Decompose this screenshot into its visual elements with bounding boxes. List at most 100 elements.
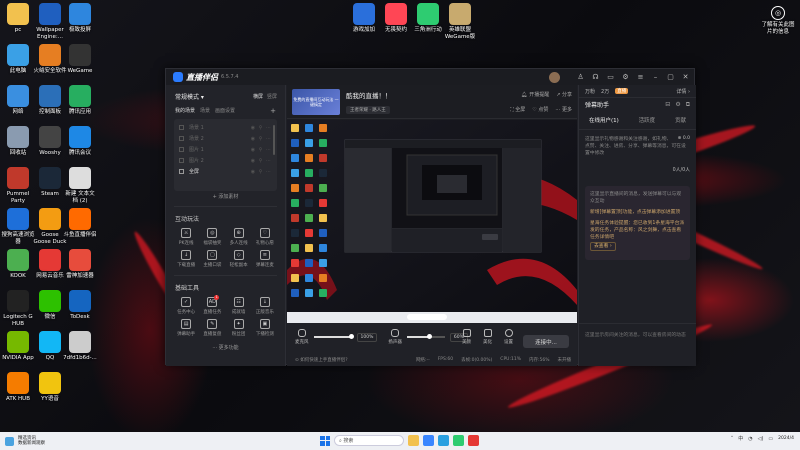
desktop-icon[interactable]: WeGame [62, 44, 98, 75]
volume-icon[interactable]: ◁) [758, 436, 764, 442]
enhance-button[interactable]: 美化 [483, 329, 492, 345]
desktop-icon[interactable]: 此电脑 [0, 44, 36, 75]
desktop-icon[interactable]: 搜狗高速浏览 器 [0, 208, 36, 245]
mic-button[interactable]: 麦克风 [295, 329, 309, 345]
input-method-icon[interactable]: 中 [738, 435, 743, 442]
tool-button[interactable]: ✓ 任务中心 [173, 297, 199, 315]
popout-icon[interactable]: ⧉ [686, 101, 690, 109]
more-button[interactable]: ⋯ 更多 [555, 106, 572, 113]
desktop-icon[interactable]: Logitech G HUB [0, 290, 36, 327]
wifi-icon[interactable]: ◔ [748, 436, 752, 442]
tool-button[interactable]: ▤ 弹幕助手 [173, 319, 199, 337]
live-reminder-button[interactable]: 🔔︎ 开播提醒 [521, 91, 549, 98]
user-avatar[interactable] [549, 72, 560, 83]
source-item[interactable]: 图片 1 ◉ ⚲ ⋯ [179, 144, 272, 155]
headset-icon[interactable]: ☊ [591, 73, 600, 82]
desktop-icon[interactable]: 游戏加加 [346, 3, 382, 34]
desktop-icon[interactable]: 雷神加速器 [62, 249, 98, 280]
panel-settings-icon[interactable]: ⚙ [675, 101, 680, 109]
source-scrollbar[interactable] [273, 125, 275, 155]
share-button[interactable]: ↗ 分享 [556, 91, 572, 98]
tab-online-users[interactable]: 在线用户(1) [589, 116, 619, 124]
desktop-icon[interactable]: 回收站 [0, 126, 36, 157]
source-actions-icon[interactable]: ◉ ⚲ ⋯ [251, 125, 272, 131]
checkbox[interactable] [179, 125, 184, 130]
desktop-icon[interactable]: 极致投屏 [62, 3, 98, 34]
desktop-icon[interactable]: Pummel Party [0, 167, 36, 204]
speaker-button[interactable]: 扬声器 [388, 329, 402, 345]
tool-button[interactable]: ☷ 成就墙 [226, 297, 252, 315]
desktop-icon[interactable]: ATK HUB [0, 372, 36, 403]
tab-scenes[interactable]: 场景 [200, 107, 210, 115]
tool-button[interactable]: ✎ 直播复盘 [199, 319, 225, 337]
tool-button[interactable]: ⚔ PK连线 [173, 228, 199, 246]
taskbar-search[interactable]: ⌕ 搜索 [334, 435, 404, 446]
fullscreen-button[interactable]: ⛶ 全屏 [510, 106, 525, 113]
tool-button[interactable]: AD 直播任务 1 [199, 295, 225, 315]
tool-button[interactable]: ◇ 轻松副本 [226, 250, 252, 268]
tool-button[interactable]: ▢ 主播口袋 [199, 250, 225, 268]
speaker-slider-knob[interactable] [427, 334, 433, 339]
desktop-icon[interactable]: KOOK [0, 249, 36, 280]
mic-slider-knob[interactable] [349, 334, 354, 339]
landscape-toggle[interactable]: 横屏 [253, 93, 263, 100]
wallpaper-info-icon[interactable]: ◎ 了解有关此图 片的信息 [758, 6, 798, 35]
desktop-icon[interactable]: 腾讯应用 [62, 85, 98, 116]
tool-button[interactable]: ♡ 礼物心愿 [252, 228, 278, 246]
news-widget[interactable]: 精选资讯 数据新闻观察 [5, 436, 45, 446]
chevron-up-icon[interactable]: ˄ [731, 436, 734, 442]
source-actions-icon[interactable]: ◉ ⚲ ⋯ [251, 169, 272, 175]
room-cover[interactable]: 免费的直播间互动玩法 一键搞定 [292, 88, 340, 115]
tab-display-settings[interactable]: 画面设置 [215, 107, 235, 115]
checkbox[interactable] [179, 136, 184, 141]
tool-button[interactable]: ▣ 下播检测 [252, 319, 278, 337]
edge-icon[interactable] [438, 435, 449, 446]
shirt-icon[interactable]: ♙ [576, 73, 585, 82]
portrait-toggle[interactable]: 竖屏 [267, 93, 277, 100]
checkbox[interactable] [179, 169, 184, 174]
desktop-icon[interactable]: NVIDIA App [0, 331, 36, 362]
tool-button[interactable]: ◎ 福袋抽奖 [199, 228, 225, 246]
mic-volume-value[interactable]: 100% [356, 332, 378, 342]
minimize-icon[interactable]: – [651, 73, 660, 82]
checkbox[interactable] [179, 158, 184, 163]
desktop-icon[interactable]: YY语音 [32, 372, 68, 403]
start-live-button[interactable]: 连接中... [523, 335, 569, 348]
app-titlebar[interactable]: 直播伴侣 6.5.7.4 ♙ ☊ ▭ ⚙ ≡ – ▢ ✕ [166, 69, 694, 85]
desktop-icon[interactable]: 新建 文本文 档 (2) [62, 167, 98, 204]
beauty-button[interactable]: 美颜 [462, 329, 471, 345]
tab-contribution[interactable]: 贡献 [675, 116, 686, 124]
desktop-icon[interactable]: 英雄联盟 WeGame版 [442, 3, 478, 40]
battery-icon[interactable]: ▭ [768, 436, 773, 442]
douyin-live-taskbar-icon[interactable] [468, 435, 479, 446]
source-item[interactable]: 场景 2 ◉ ⚲ ⋯ [179, 133, 272, 144]
mode-selector[interactable]: 常规模式 ▾ [175, 92, 204, 101]
speaker-volume-slider[interactable] [406, 334, 445, 339]
add-source-button[interactable]: + 添加素材 [174, 191, 277, 201]
source-item[interactable]: 场景 1 ◉ ⚲ ⋯ [179, 122, 272, 133]
explorer-icon[interactable] [408, 435, 419, 446]
clock[interactable]: 2024/4 [778, 436, 794, 441]
desktop-icon[interactable]: pc [0, 3, 36, 34]
detail-link[interactable]: 详情 › [676, 88, 690, 95]
store-icon[interactable] [423, 435, 434, 446]
mic-volume-slider[interactable] [313, 334, 354, 339]
tool-button[interactable]: ↓ 正版音乐 [252, 297, 278, 315]
tool-button[interactable]: ≡ 弹幕连麦 [252, 250, 278, 268]
more-features-button[interactable]: ··· 更多功能 [166, 344, 285, 351]
close-icon[interactable]: ✕ [681, 73, 690, 82]
source-item[interactable]: 全屏 ◉ ⚲ ⋯ [179, 166, 272, 177]
desktop-icon[interactable]: 无畏契约 [378, 3, 414, 34]
source-actions-icon[interactable]: ◉ ⚲ ⋯ [251, 147, 272, 153]
tool-button[interactable]: ⊕ 多人连线 [226, 228, 252, 246]
room-category-tag[interactable]: 王者荣耀 · 路人王 [346, 105, 390, 114]
desktop-icon[interactable]: ToDesk [62, 290, 98, 321]
delta-force-taskbar-icon[interactable] [453, 435, 464, 446]
desktop-icon[interactable]: 7dfd1b6d-... [62, 331, 98, 362]
maximize-icon[interactable]: ▢ [666, 73, 675, 82]
source-item[interactable]: 图片 2 ◉ ⚲ ⋯ [179, 155, 272, 166]
menu-icon[interactable]: ≡ [636, 73, 645, 82]
windows-start-icon[interactable] [320, 435, 330, 446]
live-preview[interactable] [287, 120, 577, 323]
desktop-icon[interactable]: 网络 [0, 85, 36, 116]
